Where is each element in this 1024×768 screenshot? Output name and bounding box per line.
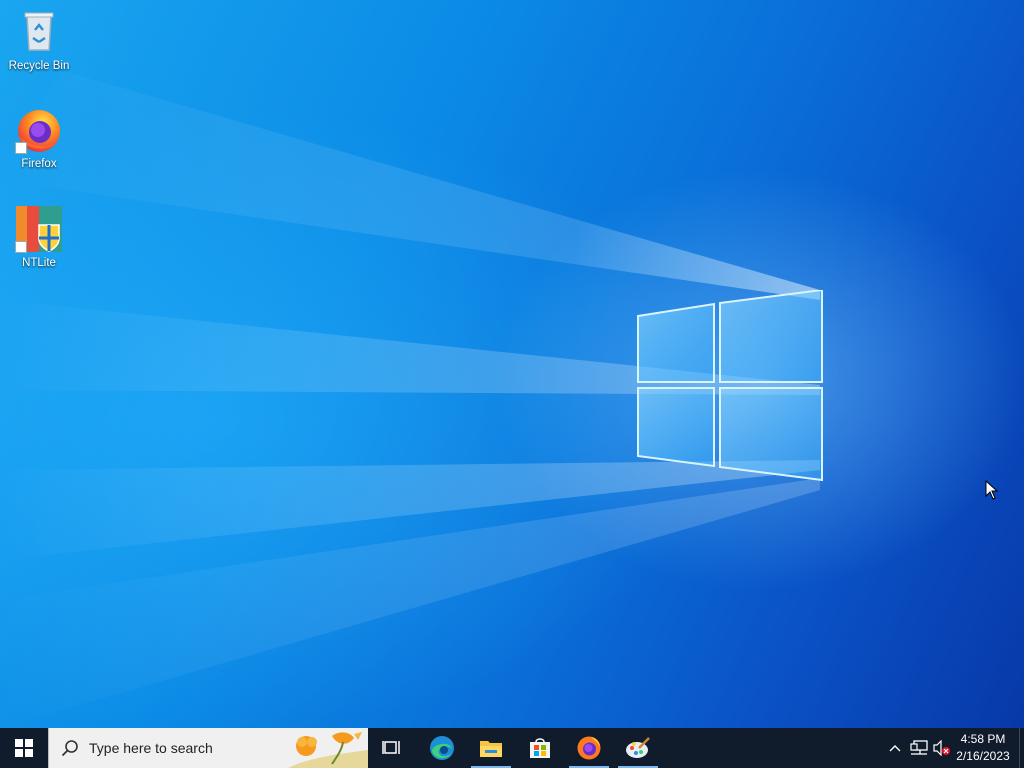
paint-icon [626,737,650,758]
store-icon [530,738,550,758]
tray-network-button[interactable] [907,728,931,768]
windows-start-icon [15,739,33,757]
search-highlight-flowers-icon [288,732,368,768]
taskbar-store-button[interactable] [516,728,564,768]
chevron-up-icon [889,745,901,752]
start-button[interactable] [0,728,48,768]
network-icon [910,740,928,755]
clock-time: 4:58 PM [960,732,1006,746]
taskbar: Type here to search 4:58 PM 2/16/2023 [0,728,1024,768]
ntlite-icon [15,205,63,253]
clock-date: 2/16/2023 [956,749,1010,763]
desktop-icon-label: Recycle Bin [8,60,70,72]
desktop-icon-label: Firefox [21,158,57,170]
search-icon [61,740,78,757]
task-view-button[interactable] [368,728,416,768]
taskbar-firefox-button[interactable] [565,728,613,768]
edge-icon [430,736,454,760]
desktop-background: Recycle Bin Firefox NTLite [0,0,1024,728]
desktop-icon-recycle-bin[interactable]: Recycle Bin [1,8,77,72]
mouse-cursor-icon [985,480,999,500]
windows-logo-wallpaper [637,290,823,482]
taskbar-paint-button[interactable] [614,728,662,768]
search-placeholder: Type here to search [89,740,213,756]
shortcut-arrow-icon [15,241,27,253]
tray-show-hidden-icons-button[interactable] [884,728,906,768]
firefox-icon [15,106,63,154]
desktop-icon-firefox[interactable]: Firefox [1,106,77,170]
wallpaper-light-beams [0,70,820,728]
recycle-bin-icon [15,8,63,56]
task-view-icon [382,741,400,754]
firefox-icon [577,736,601,760]
desktop-icon-label: NTLite [22,257,56,269]
volume-muted-icon [933,740,950,756]
taskbar-file-explorer-button[interactable] [467,728,515,768]
desktop-icon-ntlite[interactable]: NTLite [1,205,77,269]
shortcut-arrow-icon [15,142,27,154]
taskbar-clock[interactable]: 4:58 PM 2/16/2023 [950,728,1016,768]
taskbar-search-box[interactable]: Type here to search [48,728,368,768]
show-desktop-button[interactable] [1019,728,1024,768]
taskbar-edge-button[interactable] [418,728,466,768]
file-explorer-icon [480,741,502,757]
